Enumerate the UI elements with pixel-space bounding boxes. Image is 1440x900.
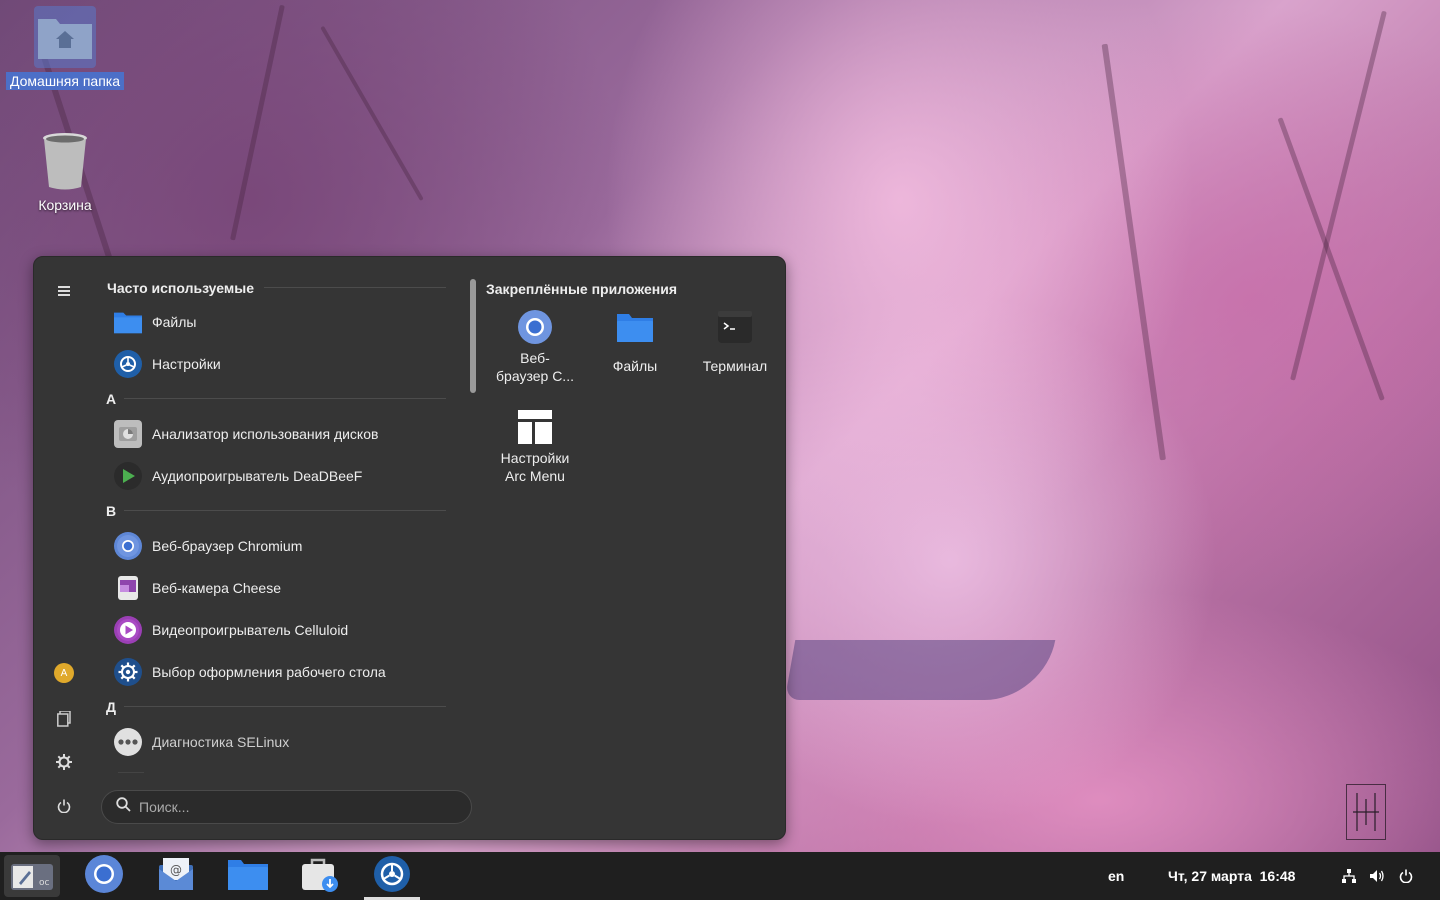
- network-icon[interactable]: [1339, 866, 1359, 886]
- app-item-celluloid[interactable]: Видеопроигрыватель Celluloid: [114, 611, 454, 649]
- app-label: Файлы: [152, 314, 197, 330]
- settings-icon: [373, 855, 411, 898]
- svg-text:@: @: [170, 863, 182, 877]
- chromium-icon: [84, 854, 124, 899]
- search-box[interactable]: [101, 790, 472, 824]
- theme-icon: [114, 658, 142, 686]
- home-folder-label: Домашняя папка: [5, 72, 125, 90]
- menu-sidebar: A: [34, 257, 94, 839]
- pinned-label: Настройки: [500, 450, 570, 466]
- app-item-cheese[interactable]: Веб-камера Cheese: [114, 569, 454, 607]
- group-letter: В: [106, 503, 117, 519]
- power-icon[interactable]: [1396, 866, 1416, 886]
- app-label: Анализатор использования дисков: [152, 426, 379, 442]
- deadbeef-icon: [114, 462, 142, 490]
- arc-menu-settings-icon: [517, 409, 553, 445]
- divider: [124, 706, 446, 707]
- divider: [124, 510, 446, 511]
- pinned-section-title: Закреплённые приложения: [486, 281, 678, 297]
- chromium-icon: [114, 532, 142, 560]
- divider: [264, 287, 446, 288]
- folder-icon: [114, 308, 142, 336]
- search-icon: [116, 797, 131, 817]
- home-folder-icon: [34, 6, 96, 68]
- pinned-label: Веб-: [520, 350, 550, 366]
- power-icon[interactable]: [50, 792, 78, 820]
- terminal-icon: [717, 309, 753, 345]
- svg-text:ос: ос: [39, 878, 50, 888]
- app-item-desktop-theme[interactable]: Выбор оформления рабочего стола: [114, 653, 454, 691]
- pinned-arc-menu-settings[interactable]: Настройки Arc Menu: [485, 409, 585, 485]
- taskbar-mail[interactable]: @: [148, 855, 204, 897]
- software-install-icon: [301, 856, 339, 897]
- settings-icon: [114, 350, 142, 378]
- chromium-icon: [517, 309, 553, 345]
- app-menu-button[interactable]: ос: [4, 855, 60, 897]
- group-letter: Д: [106, 699, 116, 715]
- divider: [118, 772, 144, 773]
- app-label: Веб-камера Cheese: [152, 580, 281, 596]
- pinned-label: Arc Menu: [505, 468, 565, 484]
- app-label: Видеопроигрыватель Celluloid: [152, 622, 349, 638]
- pinned-label: Терминал: [702, 358, 768, 374]
- clock[interactable]: Чт, 27 марта 16:48: [1168, 868, 1295, 884]
- trash-icon: [34, 130, 96, 192]
- search-input[interactable]: [139, 799, 439, 815]
- app-label: Аудиопроигрыватель DeaDBeeF: [152, 468, 363, 484]
- selinux-icon: [114, 728, 142, 756]
- app-item-settings[interactable]: Настройки: [114, 345, 454, 383]
- group-letter: А: [106, 391, 117, 407]
- app-item-disk-usage[interactable]: Анализатор использования дисков: [114, 415, 454, 453]
- documents-icon[interactable]: [50, 705, 78, 733]
- taskbar: ос @ en Чт, 27 марта 16:48: [0, 852, 1440, 900]
- pinned-label: браузер C...: [496, 368, 574, 384]
- cheese-icon: [114, 574, 142, 602]
- pinned-terminal[interactable]: Терминал: [685, 309, 785, 375]
- pinned-files[interactable]: Файлы: [585, 309, 685, 375]
- desktop-home-folder[interactable]: Домашняя папка: [5, 6, 125, 90]
- trash-label: Корзина: [38, 197, 92, 213]
- folder-icon: [228, 858, 268, 895]
- arc-menu: A Часто используемые Файлы Настройки А А…: [33, 256, 786, 840]
- app-item-deadbeef[interactable]: Аудиопроигрыватель DeaDBeeF: [114, 457, 454, 495]
- taskbar-files[interactable]: [220, 855, 276, 897]
- pinned-label: Файлы: [612, 358, 658, 374]
- keyboard-layout-indicator[interactable]: en: [1108, 868, 1124, 884]
- app-label: Настройки: [152, 356, 221, 372]
- app-item-selinux[interactable]: Диагностика SELinux: [114, 723, 454, 761]
- user-avatar-icon[interactable]: A: [50, 659, 78, 687]
- app-list-scrollbar[interactable]: [470, 279, 476, 393]
- mail-icon: @: [158, 857, 194, 896]
- artist-signature: [1346, 784, 1386, 840]
- gear-icon[interactable]: [50, 748, 78, 776]
- frequent-section-title: Часто используемые: [107, 280, 254, 296]
- app-label: Диагностика SELinux: [152, 734, 290, 750]
- taskbar-settings[interactable]: [364, 855, 420, 897]
- hamburger-icon[interactable]: [50, 277, 78, 305]
- taskbar-chromium[interactable]: [76, 854, 132, 899]
- celluloid-icon: [114, 616, 142, 644]
- app-label: Выбор оформления рабочего стола: [152, 664, 386, 680]
- disk-usage-icon: [114, 420, 142, 448]
- pinned-chromium[interactable]: Веб- браузер C...: [485, 309, 585, 385]
- divider: [124, 398, 446, 399]
- volume-icon[interactable]: [1367, 866, 1387, 886]
- app-item-chromium[interactable]: Веб-браузер Chromium: [114, 527, 454, 565]
- app-label: Веб-браузер Chromium: [152, 538, 303, 554]
- taskbar-software-store[interactable]: [292, 855, 348, 897]
- app-item-files[interactable]: Файлы: [114, 303, 454, 341]
- desktop-trash[interactable]: Корзина: [5, 130, 125, 214]
- folder-icon: [617, 309, 653, 345]
